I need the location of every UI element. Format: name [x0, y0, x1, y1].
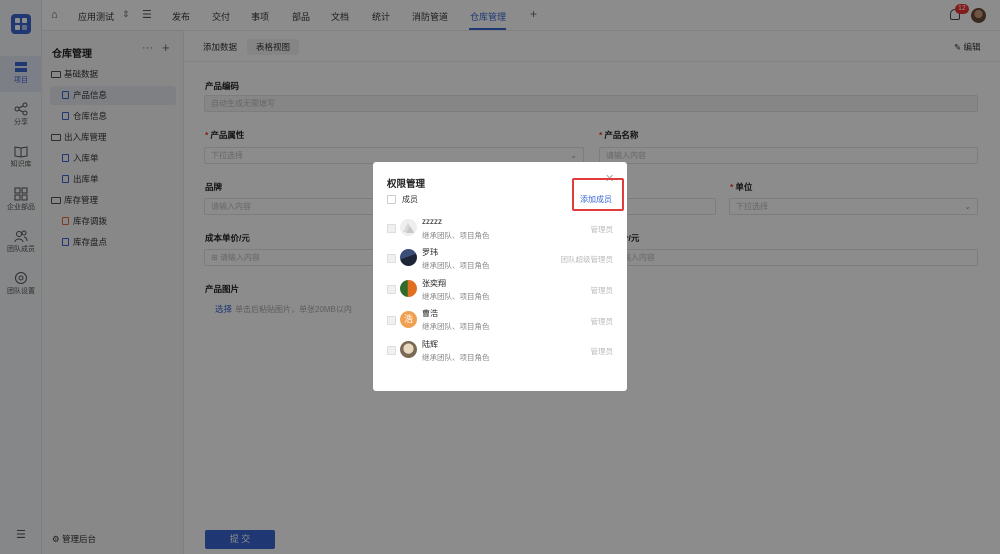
placeholder-avatar-icon: [403, 223, 414, 233]
member-checkbox: [387, 285, 396, 294]
member-name: zzzzz: [422, 217, 442, 226]
member-sub: 继承团队、项目角色: [422, 292, 490, 301]
select-all-checkbox[interactable]: [387, 195, 396, 204]
member-checkbox: [387, 346, 396, 355]
member-sub: 继承团队、项目角色: [422, 261, 490, 270]
members-label: 成员: [402, 195, 418, 204]
member-checkbox: [387, 224, 396, 233]
member-checkbox: [387, 254, 396, 263]
avatar: [400, 341, 417, 358]
avatar: [400, 280, 417, 297]
member-role: 管理员: [590, 225, 614, 234]
member-sub: 继承团队、项目角色: [422, 353, 490, 362]
member-role: 管理员: [590, 286, 614, 295]
member-role: 管理员: [590, 347, 614, 356]
member-sub: 继承团队、项目角色: [422, 322, 490, 331]
avatar: [400, 249, 417, 266]
member-name: 罗玮: [422, 248, 438, 257]
member-checkbox: [387, 316, 396, 325]
avatar: 浩: [400, 311, 417, 328]
member-role: 团队超级管理员: [560, 255, 614, 264]
member-sub: 继承团队、项目角色: [422, 231, 490, 240]
member-name: 曹浩: [422, 309, 438, 318]
member-role: 管理员: [590, 317, 614, 326]
modal-title: 权限管理: [387, 179, 426, 190]
member-name: 张奕翔: [422, 279, 446, 288]
member-name: 陆辉: [422, 340, 438, 349]
permission-modal: 权限管理 ✕ 成员 添加成员 zzzzz 继承团队、项目角色 管理员 罗玮 继承…: [373, 162, 627, 391]
avatar: [400, 219, 417, 236]
add-member-button[interactable]: 添加成员: [580, 194, 612, 205]
